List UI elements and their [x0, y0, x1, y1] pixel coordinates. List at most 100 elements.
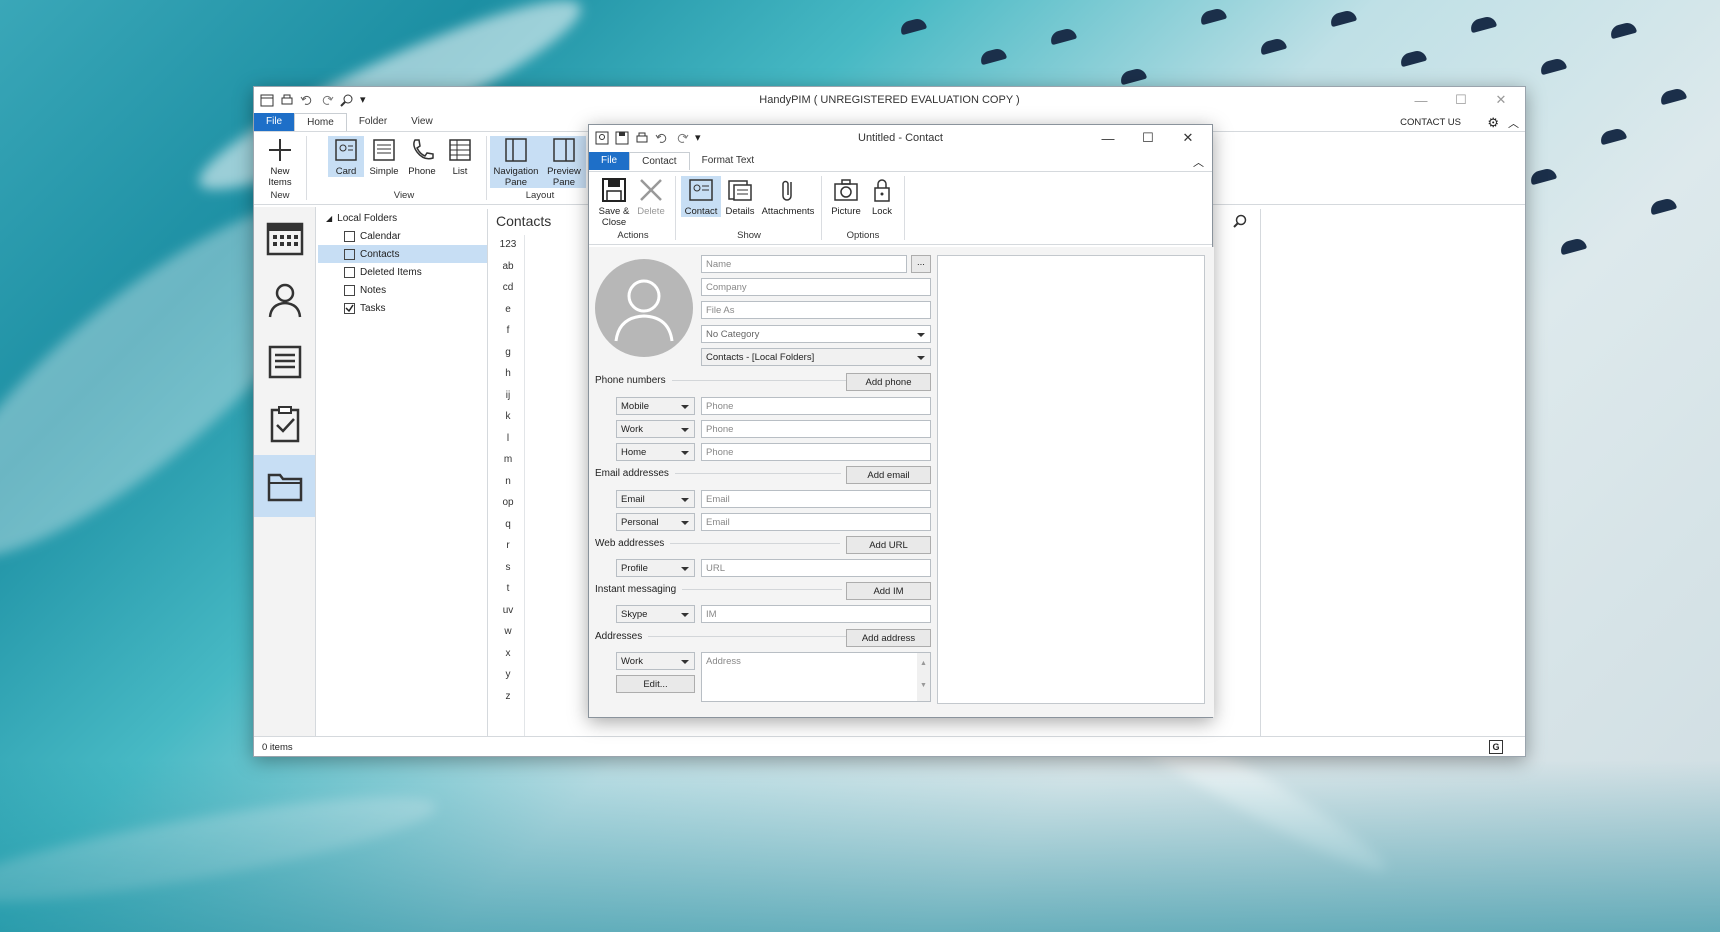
email-field[interactable]: Email: [701, 513, 931, 531]
maximize-button[interactable]: ☐: [1128, 128, 1168, 148]
email-field[interactable]: Email: [701, 490, 931, 508]
alphabet-letter[interactable]: w: [496, 626, 520, 648]
folder-root-local-folders[interactable]: ◢ Local Folders: [318, 209, 487, 227]
tab-file[interactable]: File: [254, 113, 295, 131]
im-field[interactable]: IM: [701, 605, 931, 623]
avatar[interactable]: [595, 259, 693, 357]
folder-item-tasks[interactable]: Tasks: [318, 299, 487, 317]
alphabet-letter[interactable]: op: [496, 497, 520, 519]
undo-icon[interactable]: [300, 93, 314, 107]
find-icon[interactable]: [340, 93, 354, 107]
web-type-dropdown[interactable]: Profile: [616, 559, 695, 577]
alphabet-letter[interactable]: ij: [496, 390, 520, 412]
minimize-button[interactable]: —: [1401, 90, 1441, 110]
alphabet-letter[interactable]: t: [496, 583, 520, 605]
tab-folder[interactable]: Folder: [347, 113, 399, 131]
phone-field[interactable]: Phone: [701, 397, 931, 415]
edit-address-button[interactable]: Edit...: [616, 675, 695, 693]
alphabet-letter[interactable]: cd: [496, 282, 520, 304]
file-as-field[interactable]: File As: [701, 301, 931, 319]
email-type-dropdown[interactable]: Email: [616, 490, 695, 508]
folder-item-contacts[interactable]: Contacts: [318, 245, 487, 263]
folder-item-deleted-items[interactable]: Deleted Items: [318, 263, 487, 281]
alphabet-letter[interactable]: 123: [496, 239, 520, 261]
address-type-dropdown[interactable]: Work: [616, 652, 695, 670]
name-details-button[interactable]: ...: [911, 255, 931, 273]
nav-notes-button[interactable]: [254, 331, 315, 393]
phone-type-dropdown[interactable]: Mobile: [616, 397, 695, 415]
picture-button[interactable]: Picture: [827, 176, 865, 217]
alphabet-letter[interactable]: q: [496, 519, 520, 541]
lock-button[interactable]: Lock: [865, 176, 899, 217]
undo-icon[interactable]: [655, 131, 669, 145]
show-attachments-button[interactable]: Attachments: [759, 176, 817, 217]
phone-field[interactable]: Phone: [701, 420, 931, 438]
close-button[interactable]: ✕: [1168, 128, 1208, 148]
search-icon[interactable]: [1232, 213, 1250, 229]
im-type-dropdown[interactable]: Skype: [616, 605, 695, 623]
alphabet-letter[interactable]: f: [496, 325, 520, 347]
alphabet-letter[interactable]: k: [496, 411, 520, 433]
tab-format-text[interactable]: Format Text: [690, 152, 767, 170]
print-icon[interactable]: [635, 131, 649, 145]
add-phone-button[interactable]: Add phone: [846, 373, 931, 391]
alphabet-letter[interactable]: x: [496, 648, 520, 670]
add-im-button[interactable]: Add IM: [846, 582, 931, 600]
nav-folders-button[interactable]: [254, 455, 315, 517]
close-button[interactable]: ✕: [1481, 90, 1521, 110]
alphabet-letter[interactable]: ab: [496, 261, 520, 283]
alphabet-letter[interactable]: h: [496, 368, 520, 390]
show-contact-button[interactable]: Contact: [681, 176, 721, 217]
save-icon[interactable]: [615, 131, 629, 145]
add-url-button[interactable]: Add URL: [846, 536, 931, 554]
folder-item-notes[interactable]: Notes: [318, 281, 487, 299]
nav-calendar-button[interactable]: [254, 207, 315, 269]
tab-home[interactable]: Home: [294, 113, 347, 131]
folder-dropdown[interactable]: Contacts - [Local Folders]: [701, 348, 931, 366]
redo-icon[interactable]: [320, 93, 334, 107]
url-field[interactable]: URL: [701, 559, 931, 577]
new-items-button[interactable]: New Items: [260, 136, 300, 188]
collapse-ribbon-icon[interactable]: ︿: [1508, 115, 1519, 131]
category-dropdown[interactable]: No Category: [701, 325, 931, 343]
collapse-ribbon-icon[interactable]: ︿: [1193, 154, 1204, 170]
phone-view-button[interactable]: Phone: [404, 136, 440, 177]
settings-gear-icon[interactable]: ⚙: [1487, 115, 1499, 131]
nav-contacts-button[interactable]: [254, 269, 315, 331]
phone-field[interactable]: Phone: [701, 443, 931, 461]
minimize-button[interactable]: —: [1088, 128, 1128, 148]
alphabet-letter[interactable]: y: [496, 669, 520, 691]
email-type-dropdown[interactable]: Personal: [616, 513, 695, 531]
customize-qat-icon[interactable]: ▾: [360, 93, 366, 107]
redo-icon[interactable]: [675, 131, 689, 145]
tab-view[interactable]: View: [399, 113, 445, 131]
alphabet-letter[interactable]: g: [496, 347, 520, 369]
alphabet-letter[interactable]: r: [496, 540, 520, 562]
add-address-button[interactable]: Add address: [846, 629, 931, 647]
alphabet-letter[interactable]: uv: [496, 605, 520, 627]
alphabet-letter[interactable]: n: [496, 476, 520, 498]
phone-type-dropdown[interactable]: Work: [616, 420, 695, 438]
alphabet-letter[interactable]: l: [496, 433, 520, 455]
alphabet-letter[interactable]: e: [496, 304, 520, 326]
tab-contact[interactable]: Contact: [629, 152, 690, 170]
save-close-button[interactable]: Save & Close: [595, 176, 633, 228]
tab-file[interactable]: File: [589, 152, 630, 170]
phone-type-dropdown[interactable]: Home: [616, 443, 695, 461]
address-scrollbar[interactable]: ▲ ▼: [917, 653, 930, 701]
contact-us-link[interactable]: CONTACT US: [1400, 117, 1461, 128]
print-icon[interactable]: [280, 93, 294, 107]
company-field[interactable]: Company: [701, 278, 931, 296]
simple-view-button[interactable]: Simple: [366, 136, 402, 177]
preview-pane-button[interactable]: Preview Pane: [542, 136, 586, 188]
list-view-button[interactable]: List: [442, 136, 478, 177]
add-email-button[interactable]: Add email: [846, 466, 931, 484]
card-view-button[interactable]: Card: [328, 136, 364, 177]
name-field[interactable]: Name: [701, 255, 907, 273]
alphabet-letter[interactable]: z: [496, 691, 520, 713]
show-details-button[interactable]: Details: [721, 176, 759, 217]
delete-button[interactable]: Delete: [633, 176, 669, 217]
maximize-button[interactable]: ☐: [1441, 90, 1481, 110]
customize-qat-icon[interactable]: ▾: [695, 131, 701, 145]
nav-tasks-button[interactable]: [254, 393, 315, 455]
